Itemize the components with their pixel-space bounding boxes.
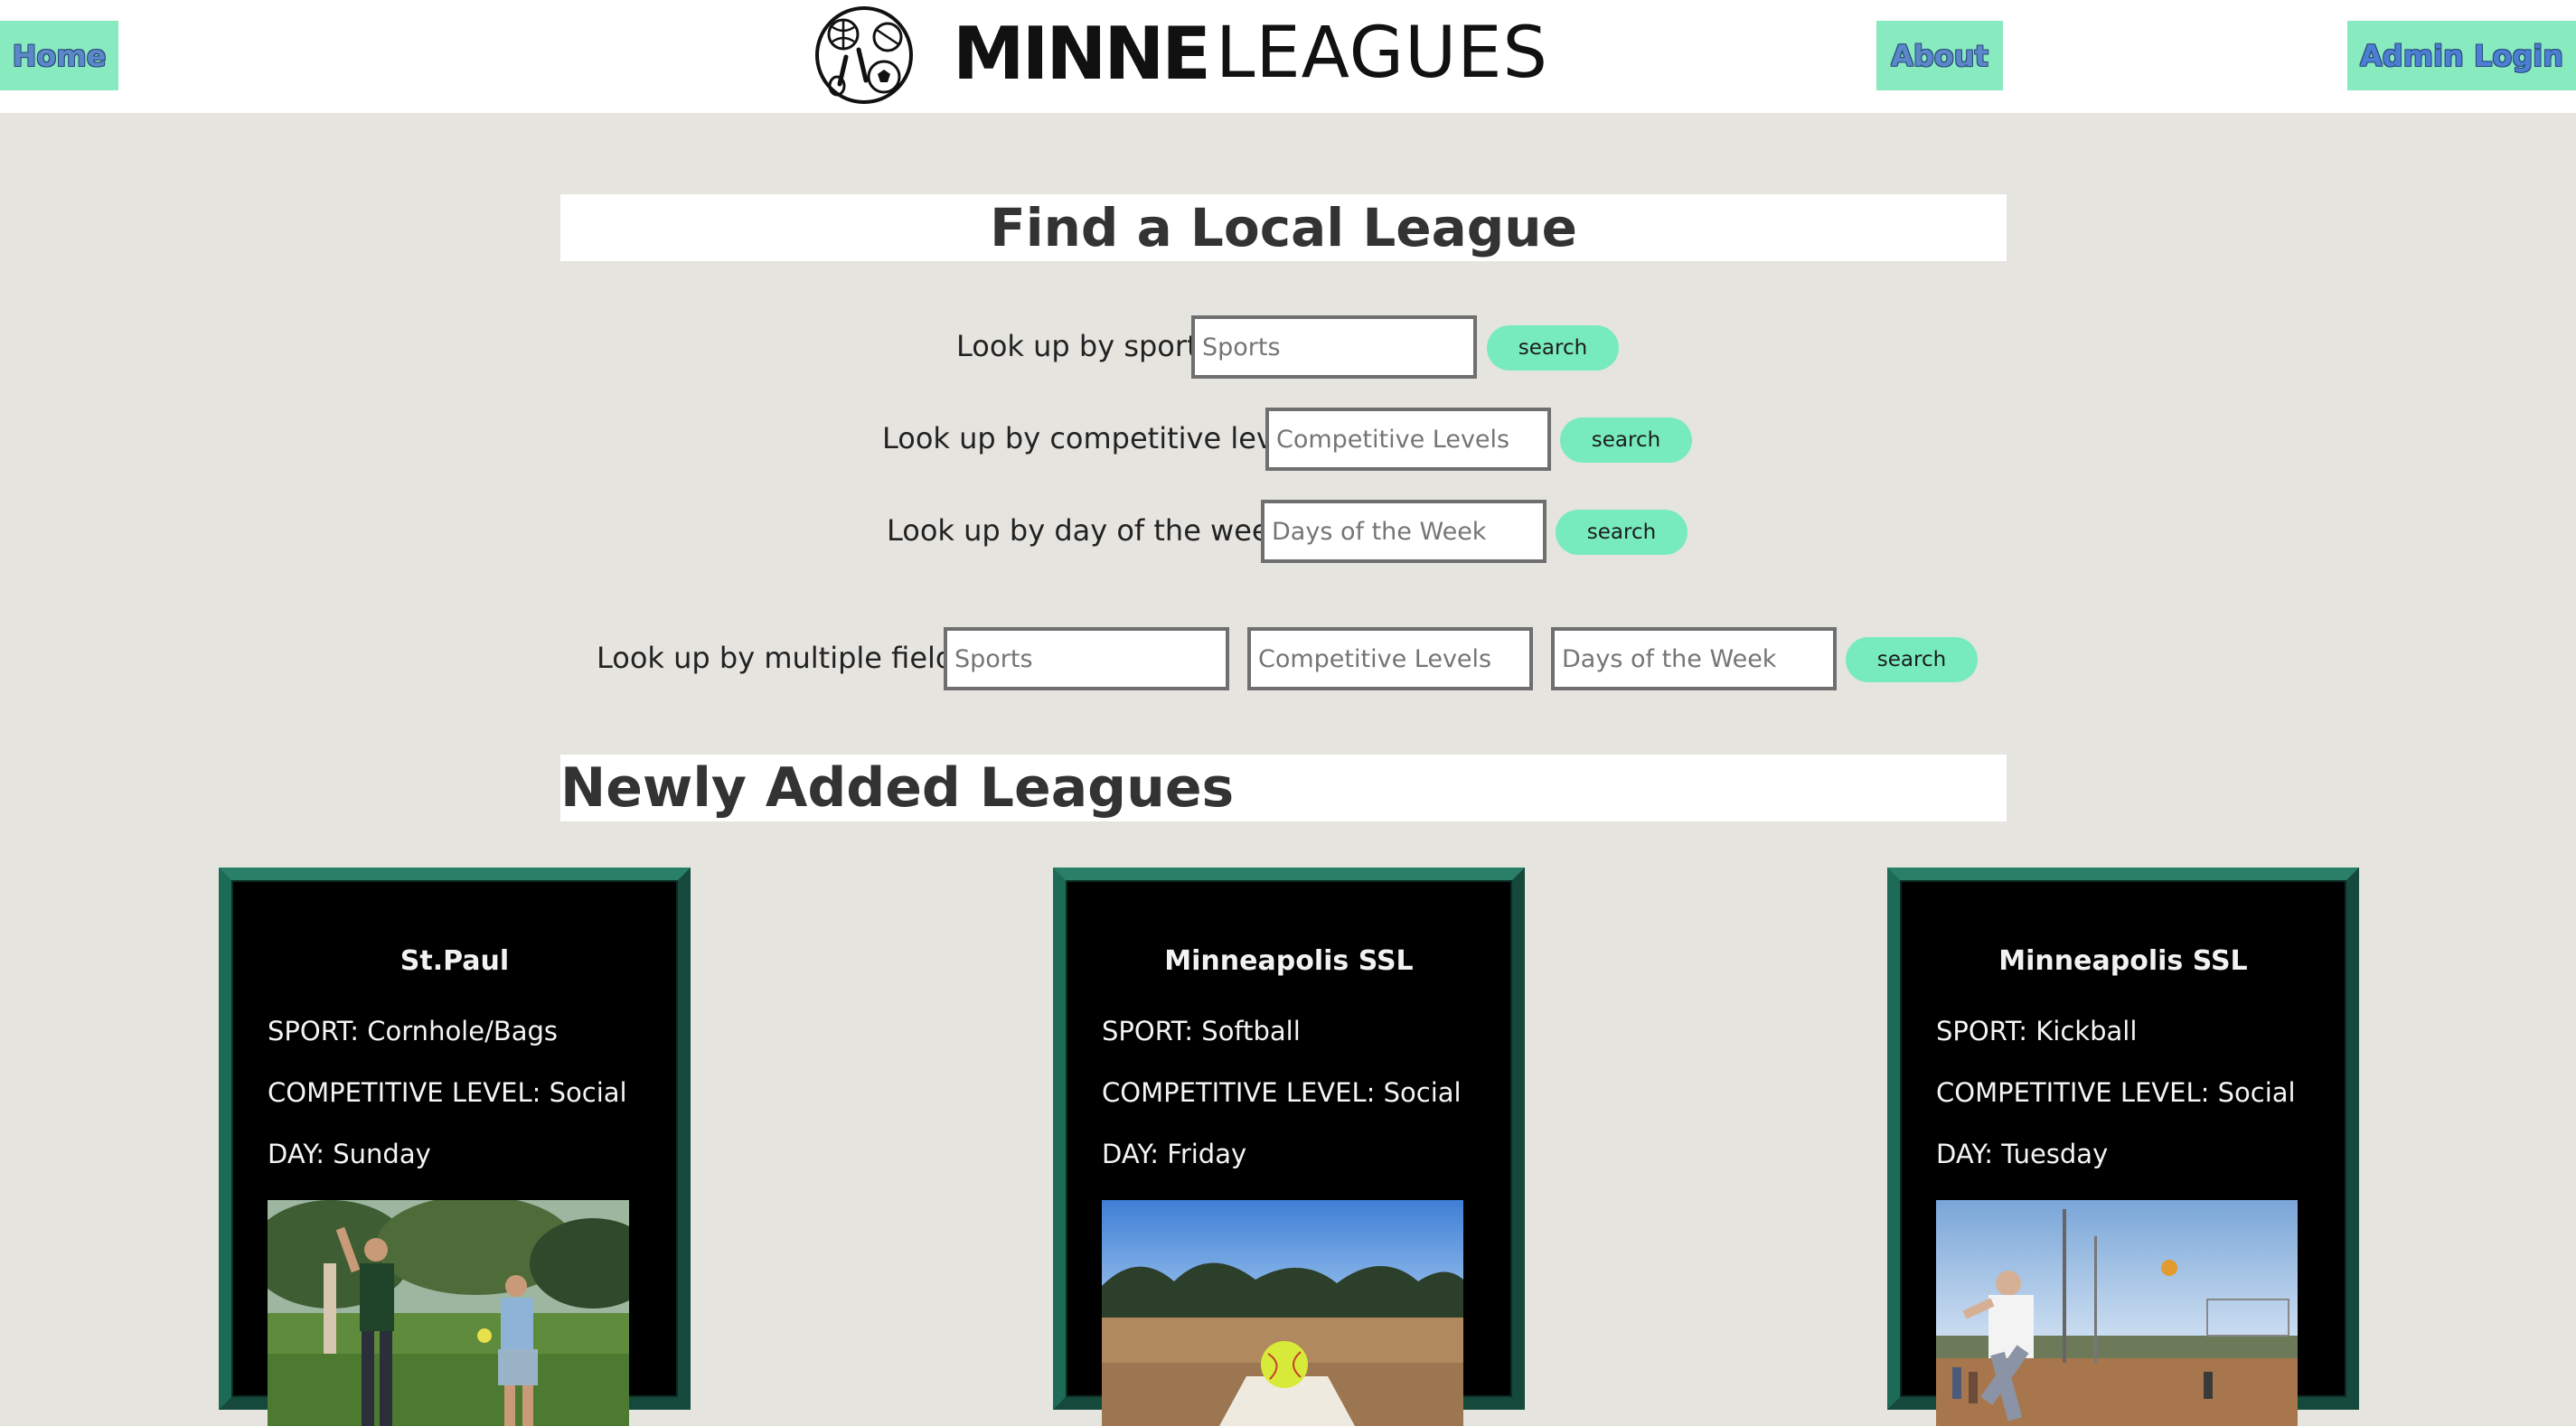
league-day: DAY: Tuesday [1936,1139,2109,1169]
league-name: Minneapolis SSL [1164,945,1414,977]
league-day: DAY: Sunday [268,1139,431,1169]
about-nav-button[interactable]: About [1876,21,2003,90]
multi-level-field[interactable] [1247,627,1533,690]
site-logo[interactable]: MINNE LEAGUES [953,11,1548,96]
day-search-field[interactable] [1261,500,1547,563]
sport-search-field[interactable] [1191,315,1477,379]
league-level: COMPETITIVE LEVEL: Social [1102,1077,1462,1108]
sport-search-button[interactable]: search [1487,325,1619,371]
home-nav-button[interactable]: Home [0,21,118,90]
multi-level-input[interactable] [1258,631,1522,687]
level-search-input[interactable] [1276,411,1540,467]
league-name: Minneapolis SSL [1998,945,2248,977]
find-league-heading: Find a Local League [560,194,2007,261]
sports-balls-icon [815,6,913,104]
league-level: COMPETITIVE LEVEL: Social [1936,1077,2296,1108]
league-sport: SPORT: Kickball [1936,1016,2138,1046]
league-sport: SPORT: Cornhole/Bags [268,1016,559,1046]
admin-login-button[interactable]: Admin Login [2347,21,2576,90]
multi-lookup-label: Look up by multiple fields: [597,641,979,675]
multi-sport-input[interactable] [954,631,1218,687]
logo-bold-text: MINNE [953,11,1211,96]
day-search-button[interactable]: search [1556,510,1688,555]
softball-on-base-photo [1102,1200,1463,1426]
league-card[interactable]: St.Paul SPORT: Cornhole/Bags COMPETITIVE… [219,868,691,1426]
league-level: COMPETITIVE LEVEL: Social [268,1077,627,1108]
day-lookup-label: Look up by day of the week: [887,513,1296,548]
top-navigation-bar: Home MINNE LEAGUES About Admin Login [0,0,2576,113]
multi-day-field[interactable] [1551,627,1837,690]
multi-search-button[interactable]: search [1846,637,1978,682]
level-search-button[interactable]: search [1560,417,1692,463]
league-day: DAY: Friday [1102,1139,1247,1169]
sport-search-input[interactable] [1202,319,1466,375]
level-lookup-label: Look up by competitive level: [882,421,1310,455]
logo-light-text: LEAGUES [1215,13,1548,94]
league-card[interactable]: Minneapolis SSL SPORT: Kickball COMPETIT… [1887,868,2359,1426]
league-name: St.Paul [400,945,510,977]
day-search-input[interactable] [1272,503,1536,559]
multi-day-input[interactable] [1562,631,1826,687]
level-search-field[interactable] [1265,408,1551,471]
league-sport: SPORT: Softball [1102,1016,1301,1046]
league-card[interactable]: Minneapolis SSL SPORT: Softball COMPETIT… [1053,868,1525,1426]
newly-added-heading: Newly Added Leagues [560,755,2007,821]
sport-lookup-label: Look up by sport: [956,329,1208,363]
multi-sport-field[interactable] [944,627,1229,690]
cornhole-players-photo [268,1200,629,1426]
kickball-player-photo [1936,1200,2298,1426]
